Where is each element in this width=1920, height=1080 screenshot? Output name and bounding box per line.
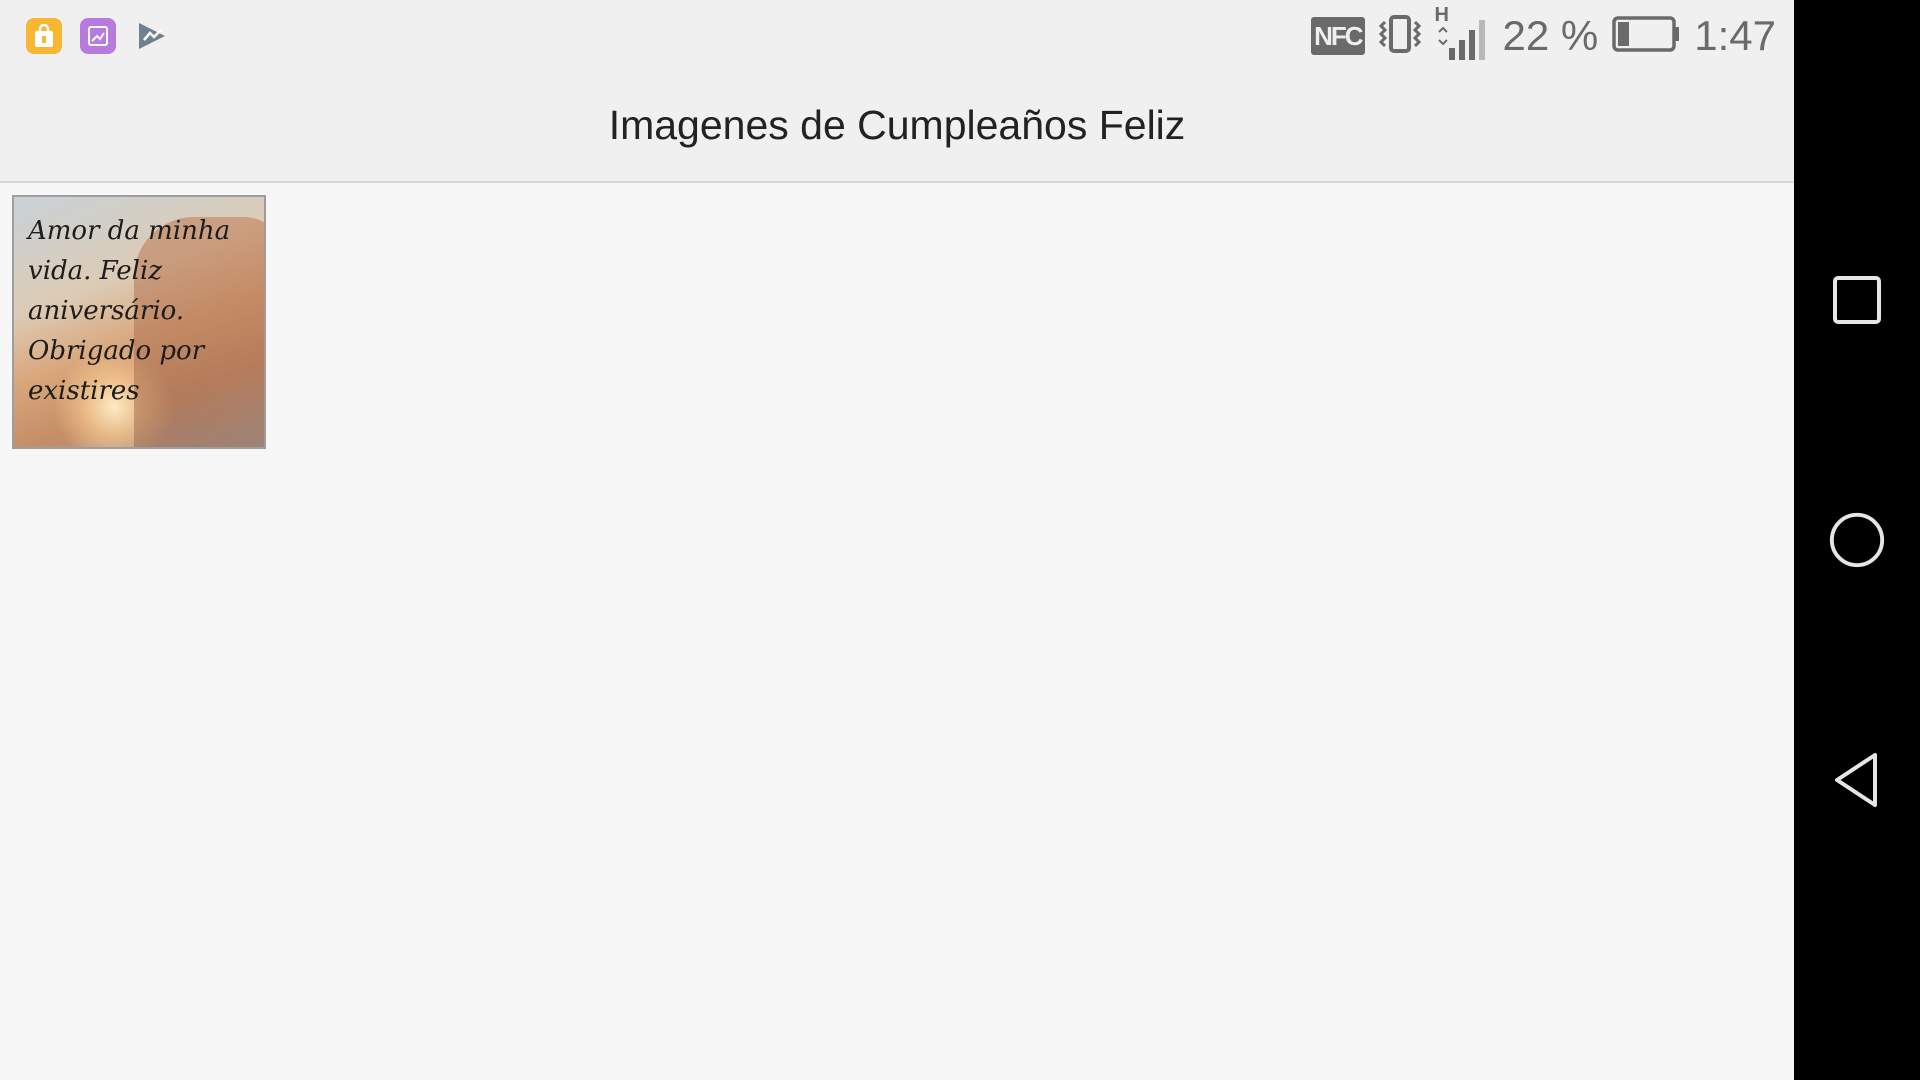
clock: 1:47: [1694, 12, 1776, 59]
recents-button[interactable]: [1827, 270, 1887, 330]
shopping-bag-icon: [26, 18, 62, 54]
image-thumbnail[interactable]: Amor da minha vida. Feliz aniversário. O…: [12, 195, 266, 449]
battery-icon: [1612, 16, 1680, 56]
status-bar: NFC H 22 % 1:47: [0, 0, 1794, 72]
nfc-icon: NFC: [1311, 17, 1365, 55]
app-screen: NFC H 22 % 1:47 Imagenes de Cumpleaños F…: [0, 0, 1794, 1080]
app-bar: Imagenes de Cumpleaños Feliz: [0, 72, 1794, 183]
home-button[interactable]: [1827, 510, 1887, 570]
battery-percent: 22 %: [1502, 12, 1599, 59]
vibrate-icon: [1378, 14, 1421, 58]
signal-icon: H: [1435, 4, 1489, 62]
nfc-label: NFC: [1314, 20, 1363, 51]
page-title: Imagenes de Cumpleaños Feliz: [608, 102, 1186, 148]
thumbnail-caption: Amor da minha vida. Feliz aniversário. O…: [28, 216, 231, 406]
recents-icon: [1833, 276, 1881, 324]
back-button[interactable]: [1827, 750, 1887, 810]
gallery-icon: [80, 18, 116, 54]
notification-icons: [26, 18, 170, 54]
play-store-icon: [134, 18, 170, 54]
home-icon: [1829, 512, 1885, 568]
navigation-bar: [1794, 0, 1920, 1080]
back-icon: [1835, 753, 1877, 807]
status-indicators: NFC H 22 % 1:47: [1311, 4, 1776, 62]
